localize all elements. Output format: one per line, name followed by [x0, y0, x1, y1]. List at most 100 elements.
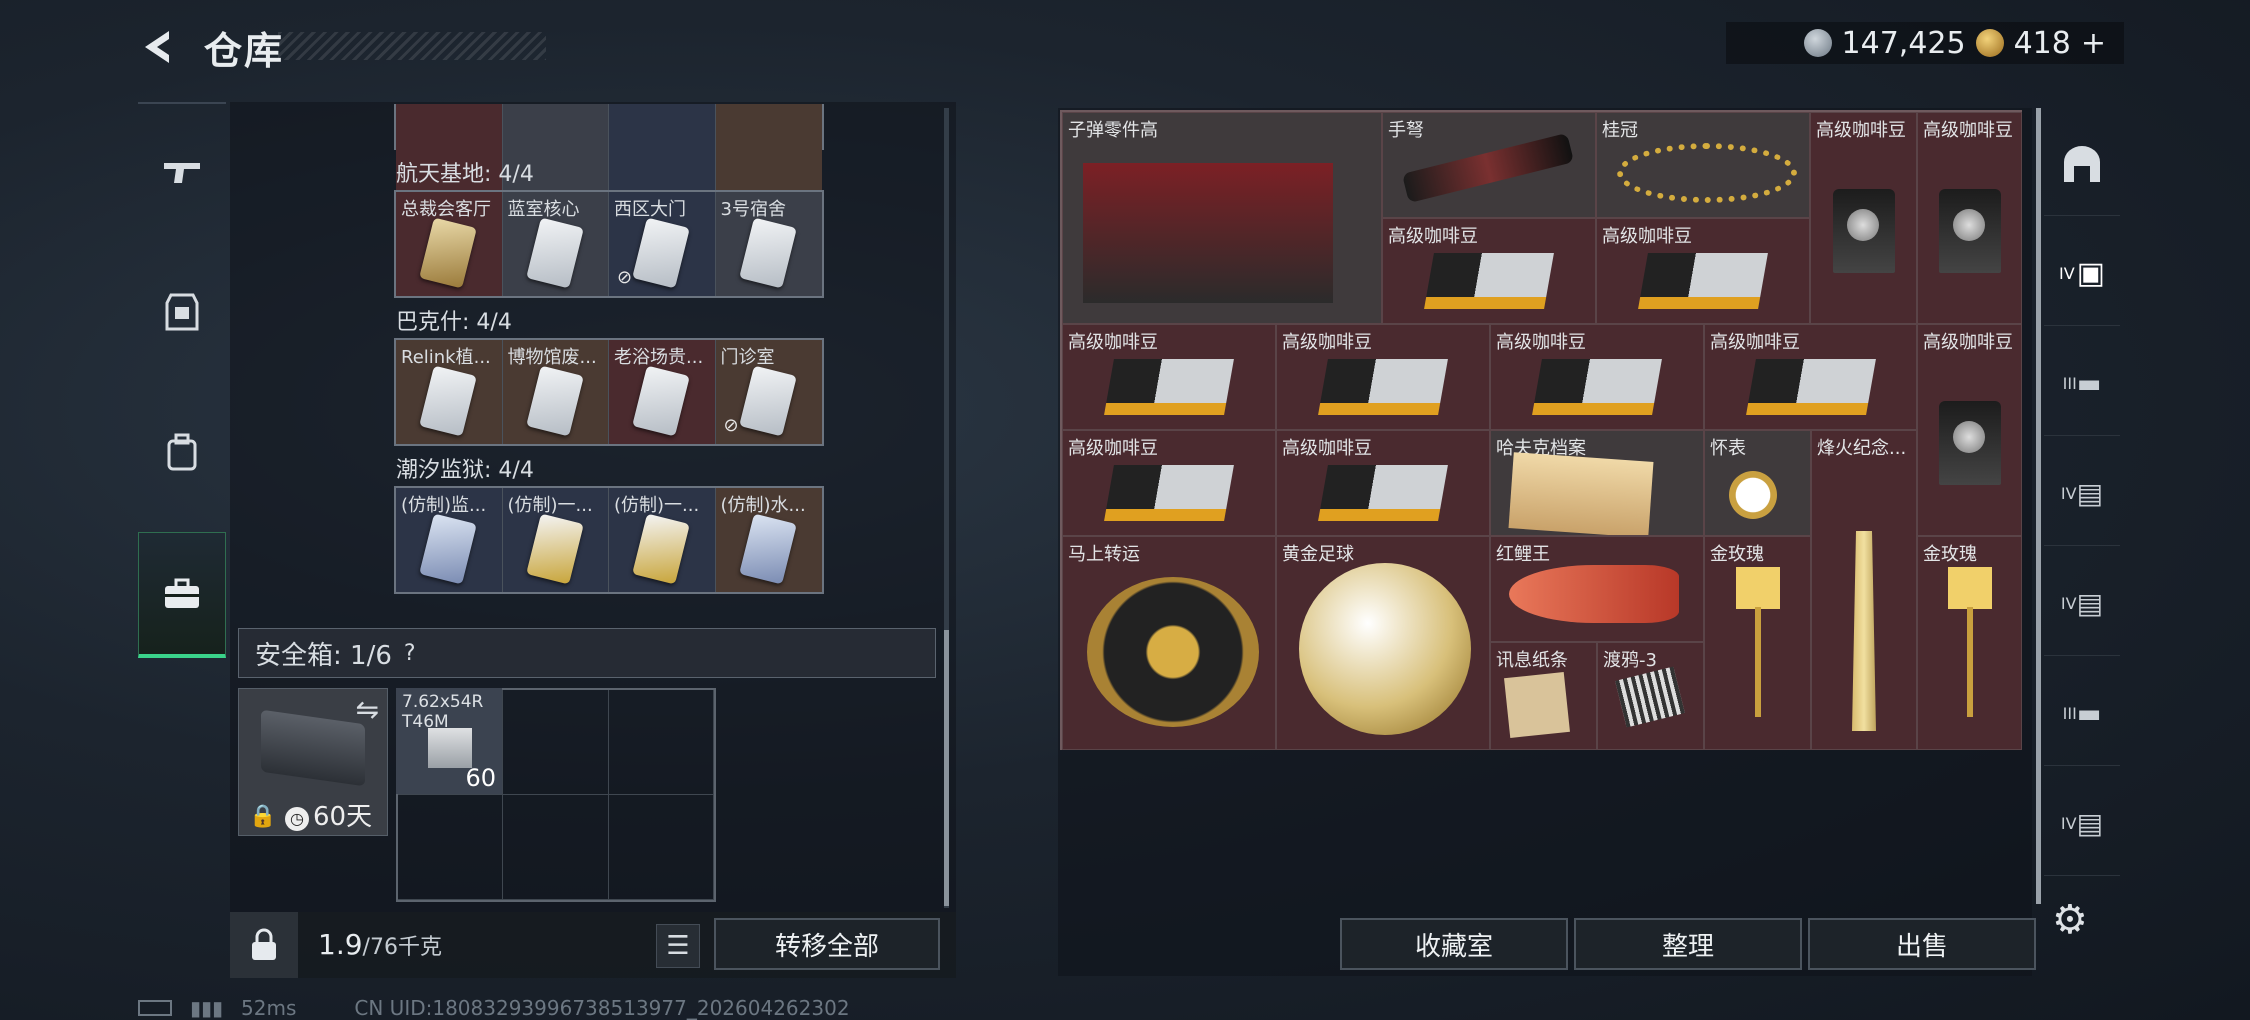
- item-coffee[interactable]: 高级咖啡豆: [1917, 324, 2022, 536]
- key-slot[interactable]: 博物馆废...: [502, 340, 609, 444]
- keycard-icon: [738, 513, 797, 585]
- item-fortune[interactable]: 马上转运: [1062, 536, 1276, 750]
- key-slot[interactable]: 老浴场贵...: [609, 340, 716, 444]
- page-title: 仓库: [204, 29, 285, 73]
- item-label: 高级咖啡豆: [1282, 332, 1372, 353]
- coffee-box-image: [1424, 253, 1554, 310]
- left-scroll-thumb[interactable]: [944, 630, 949, 906]
- swap-icon[interactable]: ⇋: [356, 693, 379, 726]
- weight-display: 1.9/76千克: [318, 928, 442, 961]
- not-owned-icon: ⊘: [723, 415, 739, 436]
- item-golden-ball[interactable]: 黄金足球: [1276, 536, 1490, 750]
- coffee-bag-image: [1938, 188, 2001, 273]
- item-coffee-box[interactable]: 高级咖啡豆: [1382, 218, 1596, 324]
- sort-button[interactable]: 整理: [1574, 918, 1802, 970]
- item-carp-king[interactable]: 红鲤王: [1490, 536, 1704, 642]
- add-currency-button[interactable]: +: [2081, 26, 2106, 61]
- rnav-folder[interactable]: IV ▤: [2044, 772, 2120, 876]
- item-coffee[interactable]: 高级咖啡豆: [1917, 112, 2022, 324]
- item-laurel[interactable]: 桂冠: [1596, 112, 1810, 218]
- key-slot[interactable]: (仿制)监...: [396, 488, 503, 592]
- padlock-icon: [252, 928, 276, 960]
- list-view-button[interactable]: ☰: [656, 924, 700, 968]
- ammo-label: 7.62x54R T46M: [402, 692, 484, 732]
- transfer-all-button[interactable]: 转移全部: [714, 918, 940, 970]
- key-slot[interactable]: (仿制)一...: [609, 488, 716, 592]
- settings-gear-icon[interactable]: ⚙: [2052, 900, 2092, 940]
- nav-weapons[interactable]: [138, 112, 226, 232]
- safe-slot[interactable]: [398, 795, 504, 900]
- right-scrollbar[interactable]: [2036, 108, 2041, 904]
- item-coffee-box[interactable]: 高级咖啡豆: [1596, 218, 1810, 324]
- rnav-rifle[interactable]: III ▬: [2044, 332, 2120, 436]
- item-pocket-watch[interactable]: 怀表: [1704, 430, 1811, 536]
- collection-room-button[interactable]: 收藏室: [1340, 918, 1568, 970]
- note-image: [1504, 672, 1570, 738]
- not-owned-icon: ⊘: [617, 267, 633, 288]
- rnav-tier-label: III: [2062, 374, 2077, 393]
- item-label: 手弩: [1388, 120, 1424, 141]
- nav-armor[interactable]: [138, 252, 226, 372]
- item-label: 讯息纸条: [1496, 650, 1568, 671]
- safe-days: 60天: [313, 802, 373, 832]
- back-button[interactable]: [136, 24, 182, 70]
- item-label: 高级咖啡豆: [1068, 332, 1158, 353]
- keycard-icon: [738, 217, 797, 289]
- key-slot[interactable]: 西区大门 ⊘: [609, 192, 716, 296]
- key-slot[interactable]: (仿制)水...: [715, 488, 822, 592]
- keycard-icon: [632, 217, 690, 289]
- item-ammo-parts[interactable]: 子弹零件高: [1062, 112, 1382, 324]
- sell-button[interactable]: 出售: [1808, 918, 2036, 970]
- item-coffee[interactable]: 高级咖啡豆: [1810, 112, 1917, 324]
- item-crossbow[interactable]: 手弩: [1382, 112, 1596, 218]
- rnav-folder[interactable]: IV ▤: [2044, 442, 2120, 546]
- item-golden-rose[interactable]: 金玫瑰: [1917, 536, 2022, 750]
- item-coffee-box[interactable]: 高级咖啡豆: [1704, 324, 1917, 430]
- item-coffee-box[interactable]: 高级咖啡豆: [1276, 430, 1490, 536]
- key-slot[interactable]: (仿制)一...: [502, 488, 609, 592]
- backpack-icon: [167, 433, 197, 471]
- rnav-folder[interactable]: IV ▤: [2044, 552, 2120, 656]
- key-slot[interactable]: Relink植...: [396, 340, 503, 444]
- key-slot[interactable]: 总裁会客厅: [396, 192, 503, 296]
- rnav-collection[interactable]: IV ▣: [2044, 222, 2120, 326]
- group-label: 巴克什: 4/4: [396, 310, 512, 335]
- item-coffee-box[interactable]: 高级咖啡豆: [1490, 324, 1704, 430]
- item-coffee-box[interactable]: 高级咖啡豆: [1062, 324, 1276, 430]
- safe-slot[interactable]: [503, 795, 609, 900]
- safe-case[interactable]: ⇋ 🔒 ◷ 60天: [238, 688, 388, 836]
- nav-backpack[interactable]: [138, 392, 226, 512]
- safe-slot[interactable]: [608, 690, 714, 795]
- coffee-bag-image: [1832, 188, 1895, 273]
- key-slot[interactable]: 3号宿舍: [715, 192, 822, 296]
- rnav-rifle[interactable]: III ▬: [2044, 662, 2120, 766]
- rose-image: [1735, 567, 1780, 717]
- stash-grid: 子弹零件高 手弩 桂冠 高级咖啡豆 高级咖啡豆 高级咖啡豆 高级咖啡豆 高级咖啡…: [1060, 110, 2022, 750]
- keycard-icon: [525, 365, 584, 437]
- item-label: 高级咖啡豆: [1068, 438, 1158, 459]
- item-label: 金玫瑰: [1923, 544, 1977, 565]
- help-icon[interactable]: ?: [404, 641, 416, 666]
- rnav-helmet[interactable]: [2044, 112, 2120, 216]
- trophy-image: [1852, 531, 1876, 731]
- safe-slot[interactable]: [608, 795, 714, 900]
- item-coffee-box[interactable]: 高级咖啡豆: [1062, 430, 1276, 536]
- nav-storage[interactable]: [138, 532, 226, 658]
- ammo-item[interactable]: 7.62x54R T46M 60: [396, 688, 502, 794]
- key-slot[interactable]: 门诊室 ⊘: [715, 340, 822, 444]
- key-slot[interactable]: 蓝室核心: [502, 192, 609, 296]
- item-beacon[interactable]: 烽火纪念...: [1811, 430, 1917, 750]
- currency-bar: 147,425 418 +: [1726, 22, 2124, 64]
- lock-button[interactable]: [230, 912, 298, 978]
- item-coffee-box[interactable]: 高级咖啡豆: [1276, 324, 1490, 430]
- safe-slot[interactable]: [503, 690, 609, 795]
- item-message-note[interactable]: 讯息纸条: [1490, 642, 1597, 750]
- item-label: 怀表: [1710, 438, 1746, 459]
- item-crow[interactable]: 渡鸦-3: [1597, 642, 1704, 750]
- key-row: (仿制)监... (仿制)一... (仿制)一... (仿制)水...: [394, 486, 824, 594]
- key-label: (仿制)一...: [614, 495, 700, 516]
- item-golden-rose[interactable]: 金玫瑰: [1704, 536, 1811, 750]
- item-haf-file[interactable]: 哈夫克档案: [1490, 430, 1704, 536]
- item-label: 烽火纪念...: [1817, 438, 1907, 459]
- rnav-tier-label: III: [2062, 704, 2077, 723]
